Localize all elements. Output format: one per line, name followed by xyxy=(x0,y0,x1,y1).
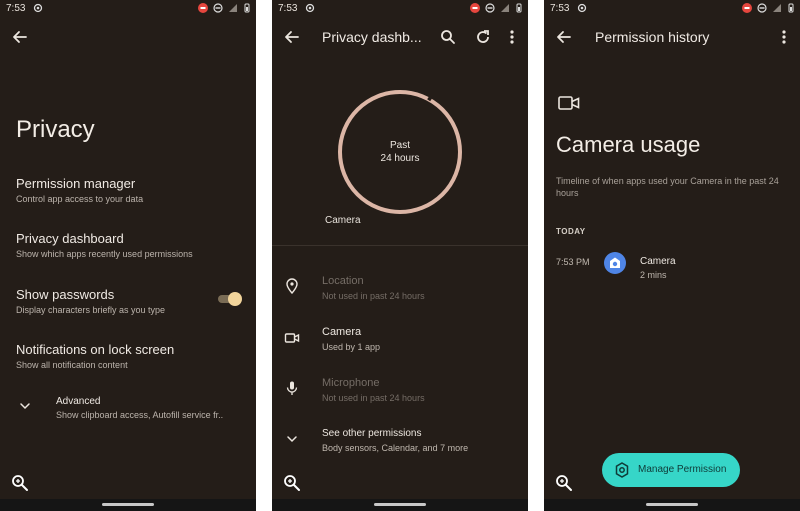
battery-icon xyxy=(516,3,522,13)
ring-segment-label: Camera xyxy=(325,215,361,226)
gear-icon xyxy=(615,462,629,478)
camera-app-glyph-icon xyxy=(610,257,620,268)
privacy-indicator-icon xyxy=(470,3,480,13)
ring-label-past: Past xyxy=(389,140,410,151)
manage-permission-button[interactable]: Manage Permission xyxy=(602,453,740,487)
ring-label-hours: 24 hours xyxy=(380,153,420,164)
setting-title: Privacy dashboard xyxy=(16,231,124,246)
camera-app-icon[interactable] xyxy=(604,252,626,274)
permission-title: See other permissions xyxy=(322,428,422,439)
section-header-today: TODAY xyxy=(556,227,586,236)
zoom-icon[interactable] xyxy=(554,473,574,493)
setting-title: Permission manager xyxy=(16,176,136,191)
camera-icon xyxy=(558,96,580,110)
page-title: Privacy xyxy=(16,116,95,143)
signal-icon xyxy=(501,4,509,12)
setting-subtitle: Show all notification content xyxy=(16,360,128,370)
history-duration: 2 mins xyxy=(640,270,667,280)
status-bar: 7:53 xyxy=(272,0,528,18)
location-status-icon xyxy=(577,3,587,13)
home-handle[interactable] xyxy=(102,503,154,506)
navigation-bar xyxy=(0,499,256,511)
zoom-icon[interactable] xyxy=(10,473,30,493)
refresh-icon[interactable] xyxy=(473,27,493,47)
home-handle[interactable] xyxy=(646,503,698,506)
notifications-lock-screen-item[interactable]: Notifications on lock screen Show all no… xyxy=(16,342,240,370)
navigation-bar xyxy=(544,499,800,511)
permission-subtitle: Not used in past 24 hours xyxy=(322,393,425,403)
setting-subtitle: Show clipboard access, Autofill service … xyxy=(56,410,224,420)
navigation-bar xyxy=(272,499,528,511)
page-title: Privacy dashb... xyxy=(322,29,422,45)
setting-title: Notifications on lock screen xyxy=(16,342,175,357)
home-handle[interactable] xyxy=(374,503,426,506)
more-options-icon[interactable] xyxy=(502,27,522,47)
privacy-dashboard-screen: 7:53 Privacy dashb... Past 24 hours Came… xyxy=(272,0,528,511)
do-not-disturb-icon xyxy=(757,3,767,13)
status-time: 7:53 xyxy=(6,3,26,14)
privacy-dashboard-item[interactable]: Privacy dashboard Show which apps recent… xyxy=(16,231,240,259)
status-bar: 7:53 xyxy=(0,0,256,18)
permission-microphone[interactable]: Microphone Not used in past 24 hours xyxy=(322,377,520,403)
setting-title: Show passwords xyxy=(16,287,115,302)
do-not-disturb-icon xyxy=(213,3,223,13)
permission-title: Camera xyxy=(322,326,362,338)
chevron-down-icon xyxy=(287,436,297,443)
status-time: 7:53 xyxy=(550,3,570,14)
usage-ring-chart xyxy=(338,90,462,214)
page-title: Permission history xyxy=(595,29,710,45)
permission-subtitle: Not used in past 24 hours xyxy=(322,291,425,301)
permission-camera[interactable]: Camera Used by 1 app xyxy=(322,326,520,352)
status-bar: 7:53 xyxy=(544,0,800,18)
location-status-icon xyxy=(33,3,43,13)
battery-icon xyxy=(244,3,250,13)
search-icon[interactable] xyxy=(438,27,458,47)
setting-subtitle: Control app access to your data xyxy=(16,194,144,204)
privacy-screen: 7:53 Privacy Permission manager Control … xyxy=(0,0,256,511)
location-pin-icon xyxy=(286,278,298,294)
setting-title: Advanced xyxy=(56,396,101,407)
back-arrow-icon[interactable] xyxy=(10,27,30,47)
permission-manager-item[interactable]: Permission manager Control app access to… xyxy=(16,176,240,204)
permission-title: Microphone xyxy=(322,377,380,389)
camera-icon xyxy=(284,333,300,343)
setting-subtitle: Display characters briefly as you type xyxy=(16,305,166,315)
toggle-knob xyxy=(228,292,242,306)
see-other-permissions[interactable]: See other permissions Body sensors, Cale… xyxy=(322,428,520,453)
signal-icon xyxy=(773,4,781,12)
privacy-indicator-icon xyxy=(198,3,208,13)
usage-subtitle: Timeline of when apps used your Camera i… xyxy=(556,176,779,198)
status-time: 7:53 xyxy=(278,3,298,14)
do-not-disturb-icon xyxy=(485,3,495,13)
privacy-indicator-icon xyxy=(742,3,752,13)
zoom-icon[interactable] xyxy=(282,473,302,493)
divider xyxy=(272,245,528,246)
show-passwords-toggle[interactable] xyxy=(216,292,242,306)
chevron-down-icon xyxy=(20,403,30,410)
history-time: 7:53 PM xyxy=(556,257,590,267)
back-arrow-icon[interactable] xyxy=(554,27,574,47)
permission-history-screen: 7:53 Permission history Camera usage Tim… xyxy=(544,0,800,511)
signal-icon xyxy=(229,4,237,12)
back-arrow-icon[interactable] xyxy=(282,27,302,47)
permission-title: Location xyxy=(322,275,364,287)
setting-subtitle: Show which apps recently used permission… xyxy=(16,249,193,259)
usage-title: Camera usage xyxy=(556,132,701,157)
permission-subtitle: Used by 1 app xyxy=(322,342,381,352)
more-options-icon[interactable] xyxy=(774,27,794,47)
permission-subtitle: Body sensors, Calendar, and 7 more xyxy=(322,443,469,453)
advanced-item[interactable]: Advanced Show clipboard access, Autofill… xyxy=(56,396,240,420)
permission-location[interactable]: Location Not used in past 24 hours xyxy=(322,275,520,301)
microphone-icon xyxy=(286,381,298,395)
history-app-name[interactable]: Camera xyxy=(640,256,676,267)
battery-icon xyxy=(788,3,794,13)
manage-permission-label: Manage Permission xyxy=(638,464,727,475)
location-status-icon xyxy=(305,3,315,13)
show-passwords-item[interactable]: Show passwords Display characters briefl… xyxy=(16,287,206,315)
